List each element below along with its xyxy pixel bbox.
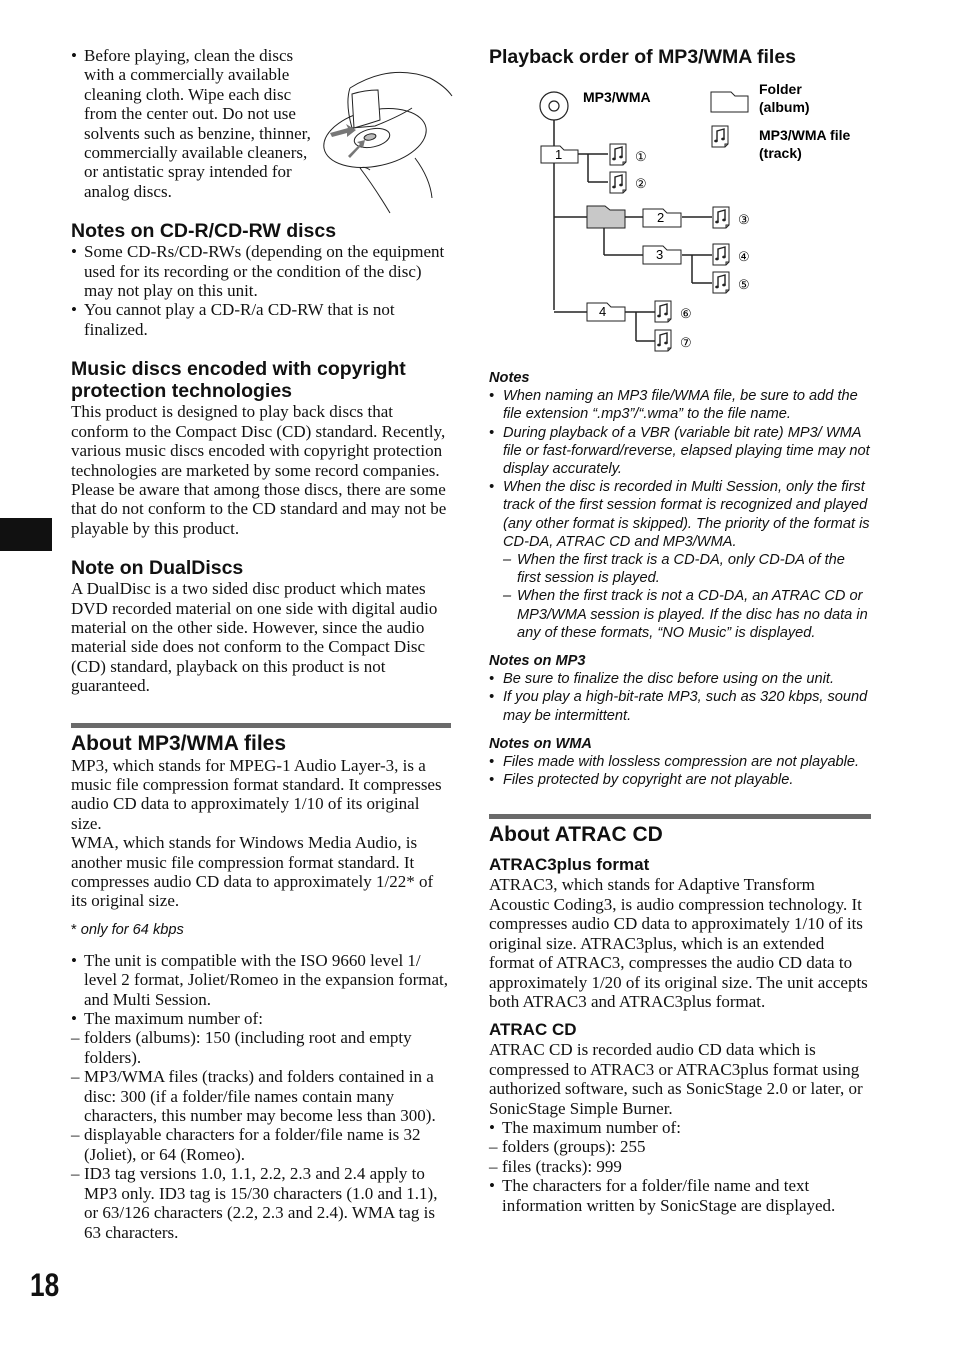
- legend-folder-sublabel: (album): [759, 99, 810, 115]
- max-number-label: The maximum number of:: [502, 1117, 681, 1137]
- limit-item: folders (albums): 150 (including root an…: [71, 1028, 451, 1067]
- note-item: When the disc is recorded in Multi Sessi…: [489, 478, 871, 551]
- notes-wma-list: Files made with lossless compression are…: [489, 753, 871, 790]
- left-column: Before playing, clean the discs with a c…: [71, 46, 451, 1242]
- track-number: ②: [635, 176, 647, 191]
- track-icon: [654, 300, 672, 323]
- mp3-description: MP3, which stands for MPEG-1 Audio Layer…: [71, 755, 442, 833]
- max-number-note: The maximum number of: folders (groups):…: [489, 1117, 871, 1177]
- track-icon: [712, 206, 730, 229]
- disc-root-icon: [539, 91, 569, 121]
- section-tab-marker: [0, 518, 52, 551]
- note-item: During playback of a VBR (variable bit r…: [489, 424, 871, 479]
- atrac-spec-list: The maximum number of: folders (groups):…: [489, 1118, 871, 1215]
- dualdisc-body: A DualDisc is a two sided disc product w…: [71, 579, 438, 696]
- right-column: Playback order of MP3/WMA files: [489, 46, 869, 68]
- track-icon: [712, 243, 730, 266]
- limit-item: MP3/WMA files (tracks) and folders conta…: [71, 1067, 451, 1125]
- track-number: ①: [635, 149, 647, 164]
- file-legend-icon: [711, 125, 729, 148]
- limit-item: ID3 tag versions 1.0, 1.1, 2.2, 2.3 and …: [71, 1164, 451, 1242]
- cleaning-tip: Before playing, clean the discs with a c…: [71, 46, 319, 201]
- cdr-notes-list: Some CD-Rs/CD-RWs (depending on the equi…: [71, 242, 451, 339]
- atrac3plus-subheading: ATRAC3plus format: [489, 855, 650, 875]
- section-rule: [489, 814, 871, 820]
- track-number: ⑦: [680, 335, 692, 350]
- legend-file-sublabel: (track): [759, 145, 802, 161]
- limit-item: folders (groups): 255: [489, 1137, 871, 1157]
- notes-heading: Notes: [489, 370, 530, 386]
- folder-unnamed: [586, 205, 626, 229]
- notes-mp3-heading: Notes on MP3: [489, 653, 586, 670]
- track-icon: [609, 171, 627, 194]
- legend-folder-label: Folder: [759, 81, 802, 97]
- cdr-heading: Notes on CD-R/CD-RW discs: [71, 220, 337, 243]
- section-rule: [71, 722, 451, 728]
- atrac-heading: About ATRAC CD: [489, 823, 663, 847]
- footnote: * only for 64 kbps: [71, 921, 451, 939]
- track-number: ④: [738, 249, 750, 264]
- folder-number: 3: [656, 247, 663, 262]
- atrac3plus-body: ATRAC3, which stands for Adaptive Transf…: [489, 875, 868, 1011]
- folder-number: 2: [657, 210, 664, 225]
- folder-number: 4: [599, 304, 606, 319]
- max-number-label: The maximum number of:: [84, 1009, 263, 1029]
- mp3wma-spec-list: The unit is compatible with the ISO 9660…: [71, 951, 451, 1242]
- track-icon: [712, 271, 730, 294]
- playback-order-diagram: MP3/WMA Folder (album) MP3/WMA file (tra…: [539, 81, 850, 352]
- notes-sublist: When the first track is a CD-DA, only CD…: [503, 551, 871, 642]
- track-number: ⑥: [680, 306, 692, 321]
- page-number: 18: [30, 1267, 60, 1303]
- track-icon: [654, 329, 672, 352]
- folder-number: 1: [555, 147, 562, 162]
- folder-legend-icon: [710, 91, 749, 113]
- folder-2: 2: [642, 208, 682, 228]
- atrac-cd-body: ATRAC CD is recorded audio CD data which…: [489, 1040, 863, 1118]
- display-note: The characters for a folder/file name an…: [489, 1176, 871, 1215]
- max-number-note: The maximum number of: folders (albums):…: [71, 1009, 451, 1242]
- note-item: Be sure to finalize the disc before usin…: [489, 670, 871, 688]
- cdr-note: Some CD-Rs/CD-RWs (depending on the equi…: [71, 242, 451, 300]
- track-number: ⑤: [738, 277, 750, 292]
- compatibility-note: The unit is compatible with the ISO 9660…: [71, 951, 451, 1009]
- wma-description: WMA, which stands for Windows Media Audi…: [71, 833, 434, 911]
- footnote-text: only for 64 kbps: [80, 921, 184, 938]
- copyright-body: This product is designed to play back di…: [71, 402, 447, 538]
- dualdisc-heading: Note on DualDiscs: [71, 557, 244, 580]
- notes-block: Notes When naming an MP3 file/WMA file, …: [489, 369, 871, 790]
- mp3wma-heading: About MP3/WMA files: [71, 731, 287, 755]
- limit-item: displayable characters for a folder/file…: [71, 1125, 451, 1164]
- copyright-heading: Music discs encoded with copyright prote…: [71, 358, 406, 403]
- notes-list: When naming an MP3 file/WMA file, be sur…: [489, 387, 871, 551]
- max-number-list: folders (albums): 150 (including root an…: [71, 1028, 451, 1241]
- root-label: MP3/WMA: [583, 89, 651, 105]
- note-item: When naming an MP3 file/WMA file, be sur…: [489, 387, 871, 423]
- right-column-notes: Notes When naming an MP3 file/WMA file, …: [489, 369, 871, 1215]
- note-subitem: When the first track is not a CD-DA, an …: [503, 587, 871, 642]
- legend-file-label: MP3/WMA file: [759, 127, 850, 143]
- notes-wma-heading: Notes on WMA: [489, 735, 592, 752]
- note-item: Files protected by copyright are not pla…: [489, 771, 871, 789]
- notes-mp3-list: Be sure to finalize the disc before usin…: [489, 670, 871, 725]
- note-item: Files made with lossless compression are…: [489, 753, 871, 771]
- folder-4: 4: [586, 302, 626, 322]
- note-subitem: When the first track is a CD-DA, only CD…: [503, 551, 871, 587]
- max-number-list: folders (groups): 255 files (tracks): 99…: [489, 1137, 871, 1176]
- track-number: ③: [738, 212, 750, 227]
- folder-1: 1: [540, 145, 579, 164]
- cleaning-tip-list: Before playing, clean the discs with a c…: [71, 46, 319, 201]
- playback-order-heading: Playback order of MP3/WMA files: [489, 46, 797, 68]
- note-item: If you play a high-bit-rate MP3, such as…: [489, 688, 871, 724]
- track-icon: [609, 143, 627, 166]
- folder-3: 3: [642, 245, 682, 265]
- limit-item: files (tracks): 999: [489, 1157, 871, 1177]
- footnote-mark: *: [71, 921, 77, 938]
- cdr-note: You cannot play a CD-R/a CD-RW that is n…: [71, 300, 451, 339]
- atrac-cd-subheading: ATRAC CD: [489, 1020, 577, 1040]
